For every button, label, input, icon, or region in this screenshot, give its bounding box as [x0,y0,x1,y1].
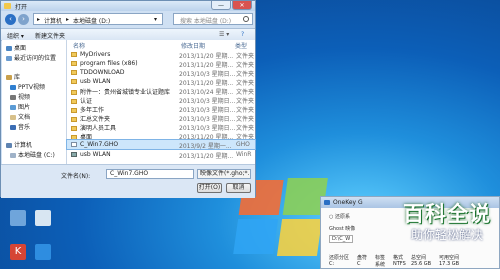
table-cell: C [357,261,361,267]
list-item[interactable]: 附件一：贵州省城镇专业认证题库 2013/10/24 星期... 文件夹 [67,86,255,96]
image-path-field[interactable]: D:\C_W [329,235,354,243]
open-file-dialog: 打开 — ✕ ‹ › ▸ 计算机 ▸ 本地磁盘 (D:) ▾ 搜索 本地磁盘 (… [0,0,256,198]
nav-item-recent[interactable]: 最近访问的位置 [6,53,56,62]
folder-icon [71,70,77,75]
k-app-icon: K [10,244,26,260]
breadcrumb[interactable]: ▸ 计算机 ▸ 本地磁盘 (D:) ▾ [33,13,163,25]
breadcrumb-separator: ▸ [66,16,70,23]
table-header: 总空间 [411,255,427,261]
file-list: 名称 修改日期 类型 MyDrivers 2013/11/20 星期... 文件夹 … [66,40,256,164]
dialog-footer: 文件名(N): C_Win7.GHO 映像文件(*.gho;*.img;*.is… [1,164,255,198]
table-header: 可用空间 [439,255,460,261]
list-item[interactable]: 桌面 2013/11/20 星期... 文件夹 [67,131,255,141]
dialog-title: 打开 [15,4,28,11]
recent-places-icon [6,56,12,61]
table-cell: C: [329,261,335,267]
computer-icon [10,210,26,226]
view-options-icon[interactable]: ☰ ▾ [219,31,229,38]
table-cell: 系统 [375,262,386,268]
filetype-select[interactable]: 映像文件(*.gho;*.img;*.iso) [197,169,251,179]
filename-field[interactable]: C_Win7.GHO [106,169,194,179]
documents-icon [10,115,16,120]
desktop-icon [6,46,12,51]
nav-item-drive-c[interactable]: 本地磁盘 (C:) [10,150,55,159]
list-item[interactable]: 认证 2013/10/3 星期日... 文件夹 [67,95,255,105]
nav-item-pptv[interactable]: PPTV视频 [10,82,45,91]
nav-item-computer[interactable]: 计算机 [6,140,32,149]
organize-button[interactable]: 组织 ▾ [7,31,24,40]
qq-icon [35,244,51,260]
library-icon [6,75,12,80]
table-header: 盘符 [357,255,368,261]
onekey-title: OneKey G [333,199,363,206]
music-icon [10,125,16,130]
help-icon[interactable]: ? [241,31,244,38]
drive-icon [10,153,16,158]
minimize-button[interactable]: — [211,1,231,10]
folder-icon [71,61,77,66]
breadcrumb-computer[interactable]: 计算机 [44,16,62,25]
folder-icon [71,79,77,84]
table-header: 格式 [393,255,404,261]
desktop-icon-qq[interactable] [28,244,58,262]
pictures-icon [10,105,16,110]
table-cell: NTFS [393,261,406,267]
desktop-icon-recycle-bin[interactable] [28,210,58,228]
open-button[interactable]: 打开(O) [197,183,222,193]
archive-icon [71,152,77,157]
restore-option-radio[interactable]: ○ 还原系 [329,213,350,220]
search-placeholder: 搜索 本地磁盘 (D:) [180,18,232,25]
column-header-name[interactable]: 名称 [73,41,85,50]
search-input[interactable]: 搜索 本地磁盘 (D:) [173,13,253,25]
nav-item-pictures[interactable]: 图片 [10,102,30,111]
pptv-icon [10,85,16,90]
table-header: 还原分区 [329,255,350,261]
list-item[interactable]: TDDOWNLOAD 2013/10/3 星期日... 文件夹 [67,68,255,78]
list-item[interactable]: usb WLAN 2013/11/20 星期... WinR [67,150,255,160]
column-header-date[interactable]: 修改日期 [181,41,205,50]
filename-label: 文件名(N): [61,173,91,180]
navigation-pane: 桌面 最近访问的位置 库 PPTV视频 视频 图片 文档 音乐 计算机 本地磁盘… [2,40,67,164]
list-item[interactable]: 演明人员工具 2013/10/3 星期日... 文件夹 [67,122,255,132]
breadcrumb-separator: ▸ [37,16,41,23]
watermark-subtitle: 助你轻松解决 [410,228,483,242]
list-item[interactable]: 多年工作 2013/10/3 星期日... 文件夹 [67,104,255,114]
search-icon [243,16,249,22]
list-item[interactable]: program files (x86) 2013/11/20 星期... 文件夹 [67,59,255,69]
nav-item-videos[interactable]: 视频 [10,92,30,101]
forward-arrow-icon[interactable]: › [18,14,29,25]
ghost-image-label: Ghost 映像 [329,226,356,232]
video-icon [10,95,16,100]
nav-item-documents[interactable]: 文档 [10,112,30,121]
table-header: 标签 [375,255,386,261]
cancel-button[interactable]: 取消 [226,183,251,193]
computer-icon [6,143,12,148]
nav-item-libraries[interactable]: 库 [6,72,20,81]
new-folder-button[interactable]: 新建文件夹 [35,31,65,40]
folder-icon [4,3,11,9]
file-icon [71,142,77,147]
recycle-bin-icon [35,210,51,226]
close-button[interactable]: ✕ [232,1,252,10]
column-header-type[interactable]: 类型 [235,41,247,50]
watermark-title: 百科全说 [403,202,491,226]
address-bar: ‹ › ▸ 计算机 ▸ 本地磁盘 (D:) ▾ 搜索 本地磁盘 (D:) [5,13,253,26]
list-item[interactable]: MyDrivers 2013/11/20 星期... 文件夹 [67,50,255,60]
table-cell: 25.6 GB [411,261,432,267]
nav-item-music[interactable]: 音乐 [10,122,30,131]
list-item-selected[interactable]: C_Win7.GHO 2013/9/2 星期一... GHO [66,139,256,150]
watermark: 百科全说 助你轻松解决 [394,196,500,246]
chevron-down-icon[interactable]: ▾ [154,16,157,23]
folder-icon [71,52,77,57]
nav-item-desktop[interactable]: 桌面 [6,43,26,52]
onekey-app-icon [324,200,330,205]
list-item[interactable]: usb WLAN 2013/11/20 星期... 文件夹 [67,77,255,87]
breadcrumb-drive-d[interactable]: 本地磁盘 (D:) [73,16,110,25]
back-arrow-icon[interactable]: ‹ [5,14,16,25]
dialog-titlebar: 打开 — ✕ [1,1,255,11]
list-item[interactable]: 汇总文件夹 2013/10/3 星期日... 文件夹 [67,113,255,123]
partition-table: 还原分区 盘符 标签 格式 总空间 可用空间 C: C 系统 NTFS 25.6… [327,254,495,268]
table-cell: 17.3 GB [439,261,460,267]
